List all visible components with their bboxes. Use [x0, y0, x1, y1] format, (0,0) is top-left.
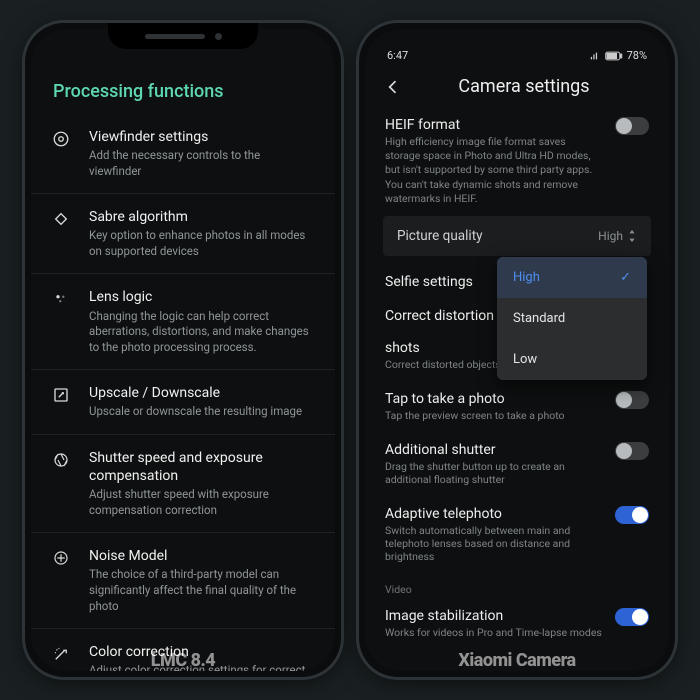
item-sub: The choice of a third-party model can si… — [89, 567, 315, 614]
page-title: Processing functions — [31, 63, 335, 114]
list-item-noise[interactable]: Noise Model The choice of a third-party … — [31, 533, 335, 629]
notch — [108, 23, 258, 49]
row-stabilization[interactable]: Image stabilization Works for videos in … — [365, 598, 669, 649]
screen-right: 6:47 78% Camera settings HEIF format Hig… — [365, 29, 669, 671]
list-item-lens[interactable]: Lens logic Changing the logic can help c… — [31, 274, 335, 370]
list-item-sabre[interactable]: Sabre algorithm Key option to enhance ph… — [31, 194, 335, 274]
toggle-stabilization[interactable] — [615, 608, 649, 626]
updown-icon — [627, 230, 637, 242]
row-sub: Works for videos in Pro and Time-lapse m… — [385, 626, 603, 639]
dropdown-option-low[interactable]: Low — [497, 339, 647, 380]
phone-right: 6:47 78% Camera settings HEIF format Hig… — [356, 20, 678, 680]
row-title: Tap to take a photo — [385, 391, 603, 407]
wand-icon — [52, 645, 70, 663]
toggle-tap[interactable] — [615, 391, 649, 409]
aperture-icon — [52, 451, 70, 469]
list-item-color[interactable]: Color correction Adjust color correction… — [31, 629, 335, 671]
header-title: Camera settings — [397, 76, 651, 97]
status-bar: 6:47 78% — [365, 47, 669, 68]
header: Camera settings — [365, 68, 669, 107]
row-title: Image stabilization — [385, 608, 603, 624]
signal-icon — [589, 51, 601, 61]
picture-quality-selector[interactable]: Picture quality High — [383, 216, 651, 256]
item-title: Noise Model — [89, 547, 315, 565]
scale-icon — [52, 386, 70, 404]
item-sub: Changing the logic can help correct aber… — [89, 309, 315, 356]
phone-left: Processing functions Viewfinder settings… — [22, 20, 344, 680]
row-sub: Switch automatically between main and te… — [385, 524, 603, 563]
battery-icon — [605, 51, 623, 61]
status-time: 6:47 — [387, 49, 408, 62]
item-sub: Add the necessary controls to the viewfi… — [89, 148, 315, 179]
diamond-icon — [52, 210, 70, 228]
item-sub: Adjust shutter speed with exposure compe… — [89, 487, 315, 518]
item-sub: Key option to enhance photos in all mode… — [89, 228, 315, 259]
dropdown-option-high[interactable]: High ✓ — [497, 257, 647, 298]
toggle-heif[interactable] — [615, 117, 649, 135]
row-sub: Drag the shutter button up to create an … — [385, 460, 603, 486]
quality-dropdown: High ✓ Standard Low — [497, 257, 647, 380]
row-title: HEIF format — [385, 117, 603, 133]
item-title: Upscale / Downscale — [89, 384, 315, 402]
viewfinder-icon — [52, 130, 70, 148]
row-heif[interactable]: HEIF format High efficiency image file f… — [365, 107, 669, 216]
list-item-viewfinder[interactable]: Viewfinder settings Add the necessary co… — [31, 114, 335, 194]
list-item-upscale[interactable]: Upscale / Downscale Upscale or downscale… — [31, 370, 335, 435]
toggle-additional-shutter[interactable] — [615, 442, 649, 460]
item-sub: Upscale or downscale the resulting image — [89, 404, 315, 420]
item-title: Sabre algorithm — [89, 208, 315, 226]
battery-pct: 78% — [627, 49, 647, 62]
row-sub: High efficiency image file format saves … — [385, 135, 603, 206]
row-sub: Tap the preview screen to take a photo — [385, 409, 603, 422]
item-sub: Adjust color correction settings for cor… — [89, 663, 315, 671]
row-additional-shutter[interactable]: Additional shutter Drag the shutter butt… — [365, 432, 669, 496]
noise-icon — [52, 549, 70, 567]
item-title: Lens logic — [89, 288, 315, 306]
toggle-telephoto[interactable] — [615, 506, 649, 524]
check-icon: ✓ — [620, 270, 631, 285]
row-tap-photo[interactable]: Tap to take a photo Tap the preview scre… — [365, 381, 669, 432]
lens-icon — [52, 290, 70, 308]
item-title: Shutter speed and exposure compensation — [89, 449, 315, 485]
row-title: Additional shutter — [385, 442, 603, 458]
selector-label: Picture quality — [397, 228, 483, 244]
list-item-shutter[interactable]: Shutter speed and exposure compensation … — [31, 435, 335, 533]
item-title: Viewfinder settings — [89, 128, 315, 146]
row-adaptive-telephoto[interactable]: Adaptive telephoto Switch automatically … — [365, 496, 669, 573]
screen-left: Processing functions Viewfinder settings… — [31, 29, 335, 671]
row-title: Adaptive telephoto — [385, 506, 603, 522]
dropdown-option-standard[interactable]: Standard — [497, 298, 647, 339]
item-title: Color correction — [89, 643, 315, 661]
selector-value: High — [598, 229, 623, 243]
category-video: Video — [365, 573, 669, 598]
